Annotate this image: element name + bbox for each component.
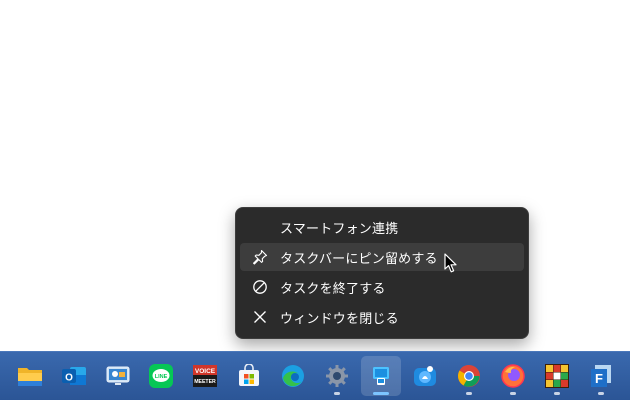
firefox-browser-icon (501, 364, 525, 388)
phone-link-icon (373, 367, 389, 385)
taskbar-chrome[interactable] (449, 356, 489, 396)
taskbar-pictures-app[interactable] (405, 356, 445, 396)
voicemeeter-top-text: VOICE (195, 368, 216, 375)
menu-item-label: スマートフォン連携 (280, 221, 399, 237)
taskbar-context-menu: スマートフォン連携 タスクバーにピン留めする タスクを終了する ウィンドウを閉じ… (235, 207, 529, 339)
menu-item-label: ウィンドウを閉じる (280, 311, 399, 327)
chrome-browser-icon (458, 365, 480, 387)
taskbar-edge[interactable] (273, 356, 313, 396)
running-indicator (510, 392, 516, 395)
outlook-icon: O (62, 367, 86, 385)
store-bag-icon (239, 364, 259, 386)
voicemeeter-icon: VOICE MEETER (193, 365, 217, 387)
running-indicator (373, 392, 389, 395)
taskbar-game-app[interactable] (537, 356, 577, 396)
taskbar: O LINE VOICE MEETER F (0, 351, 630, 400)
menu-item-pin-to-taskbar[interactable]: タスクバーにピン留めする (240, 243, 524, 271)
taskbar-phone-link[interactable] (361, 356, 401, 396)
taskbar-settings[interactable] (317, 356, 357, 396)
menu-item-end-task[interactable]: タスクを終了する (240, 273, 524, 301)
taskbar-file-explorer[interactable] (10, 356, 50, 396)
taskbar-line[interactable]: LINE (141, 356, 181, 396)
running-indicator (598, 392, 604, 395)
taskbar-remote-desktop[interactable] (98, 356, 138, 396)
edge-browser-icon (282, 365, 304, 387)
game-app-icon (545, 364, 569, 388)
svg-text:O: O (65, 373, 73, 384)
f-app-icon: F (591, 365, 611, 387)
taskbar-outlook[interactable]: O (54, 356, 94, 396)
mouse-cursor-icon (444, 253, 457, 273)
running-indicator (466, 392, 472, 395)
taskbar-firefox[interactable] (493, 356, 533, 396)
folder-icon (18, 368, 42, 386)
svg-text:LINE: LINE (155, 374, 168, 380)
empty-icon-slot (240, 213, 280, 241)
menu-item-phone-link[interactable]: スマートフォン連携 (240, 213, 524, 241)
taskbar-voicemeeter[interactable]: VOICE MEETER (185, 356, 225, 396)
monitor-icon (106, 366, 130, 385)
pin-icon (240, 243, 280, 271)
prohibited-icon (240, 273, 280, 301)
taskbar-f-app[interactable]: F (581, 356, 621, 396)
line-app-icon: LINE (149, 364, 173, 388)
close-icon (240, 303, 280, 331)
menu-item-close-window[interactable]: ウィンドウを閉じる (240, 303, 524, 331)
gear-icon (326, 365, 348, 387)
taskbar-microsoft-store[interactable] (229, 356, 269, 396)
f-app-letter: F (595, 371, 603, 386)
voicemeeter-bottom-text: MEETER (194, 379, 216, 385)
menu-item-label: タスクバーにピン留めする (280, 251, 438, 267)
photo-app-icon (414, 366, 436, 386)
running-indicator (334, 392, 340, 395)
running-indicator (554, 392, 560, 395)
menu-item-label: タスクを終了する (280, 281, 386, 297)
